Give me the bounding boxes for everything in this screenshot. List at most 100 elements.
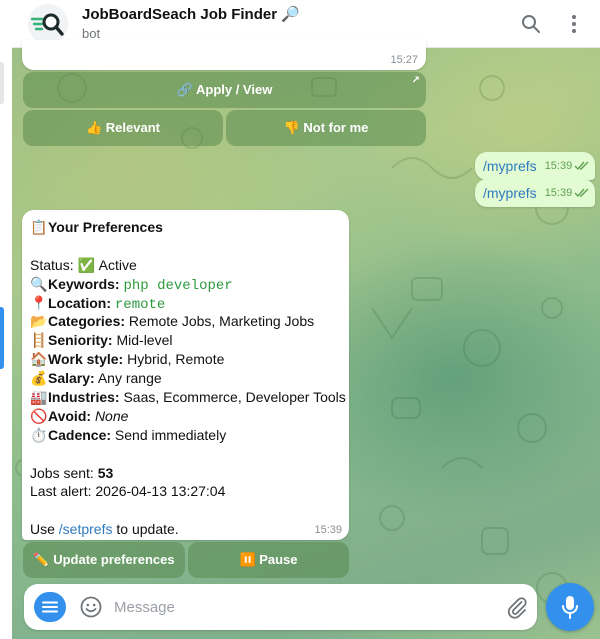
double-check-icon xyxy=(574,161,589,171)
chat-title-block[interactable]: JobBoardSeach Job Finder 🔎 bot xyxy=(82,5,300,41)
left-panel-indicator xyxy=(0,307,4,369)
magnifier-icon: 🔍 xyxy=(30,275,48,292)
workstyle-label: Work style: xyxy=(48,351,124,368)
last-alert-line: Last alert: 2026-04-13 13:27:04 xyxy=(30,482,345,501)
workstyle-value: Hybrid, Remote xyxy=(127,351,225,368)
status-line: Status: ✅ Active xyxy=(30,256,345,275)
location-label: Location: xyxy=(48,294,111,311)
message-time: 15:39 xyxy=(314,524,342,536)
cadence-label: Cadence: xyxy=(48,426,112,443)
smile-icon[interactable] xyxy=(79,595,103,619)
categories-line: 📂Categories: Remote Jobs, Marketing Jobs xyxy=(30,312,345,331)
jobs-sent-label: Jobs sent: xyxy=(30,464,94,481)
command-link[interactable]: /myprefs xyxy=(483,158,537,174)
workstyle-line: 🏠Work style: Hybrid, Remote xyxy=(30,350,345,369)
message-input[interactable] xyxy=(114,594,494,620)
location-value[interactable]: remote xyxy=(115,297,165,313)
menu-icon xyxy=(42,601,58,613)
jobs-sent-line: Jobs sent: 53 xyxy=(30,464,345,483)
voice-record-button[interactable] xyxy=(546,583,594,631)
message-time: 15:39 xyxy=(544,187,573,199)
message-meta: 15:39 xyxy=(545,160,591,172)
avoid-label: Avoid: xyxy=(48,407,92,424)
check-icon: ✅ xyxy=(77,256,96,273)
chat-subtitle: bot xyxy=(82,26,101,41)
seniority-label: Seniority: xyxy=(48,332,113,349)
salary-value: Any range xyxy=(97,370,162,387)
house-icon: 🏠 xyxy=(30,351,48,368)
not-for-me-label: 👎 Not for me xyxy=(283,120,369,135)
usage-prefix: Use xyxy=(30,521,55,538)
chat-title: JobBoardSeach Job Finder 🔎 xyxy=(82,6,300,23)
left-panel-edge xyxy=(0,62,4,104)
relevant-button[interactable]: 👍 Relevant xyxy=(23,110,223,146)
clipboard-icon: 📋 xyxy=(30,219,48,235)
prefs-heading: Your Preferences xyxy=(48,219,163,235)
prefs-heading-line: 📋Your Preferences xyxy=(30,218,345,237)
keywords-label: Keywords: xyxy=(48,275,120,292)
last-alert-value: 2026-04-13 13:27:04 xyxy=(95,483,226,500)
outgoing-message: /myprefs 15:39 xyxy=(475,152,595,180)
money-bag-icon: 💰 xyxy=(30,370,48,387)
usage-line: Use /setprefs to update. xyxy=(30,520,345,539)
search-icon xyxy=(522,15,540,33)
more-vertical-icon xyxy=(572,15,576,33)
last-alert-label: Last alert: xyxy=(30,483,92,500)
update-preferences-button[interactable]: ✏️ Update preferences xyxy=(23,542,185,578)
apply-view-label: 🔗 Apply / View xyxy=(176,82,273,97)
message-time: 15:39 xyxy=(544,160,573,172)
bot-avatar[interactable] xyxy=(28,4,68,44)
open-external-icon: ↗ xyxy=(411,75,420,86)
status-label: Status: xyxy=(30,256,74,273)
more-button[interactable] xyxy=(558,8,590,40)
folder-icon: 📂 xyxy=(30,313,48,330)
status-value: Active xyxy=(98,256,137,273)
avoid-line: 🚫Avoid: None xyxy=(30,407,345,426)
message-time: 15:27 xyxy=(390,54,418,66)
ladder-icon: 🪜 xyxy=(30,332,48,349)
search-logo-icon xyxy=(31,13,64,36)
update-preferences-label: ✏️ Update preferences xyxy=(33,552,175,567)
search-button[interactable] xyxy=(515,8,547,40)
industries-label: Industries: xyxy=(48,389,120,406)
salary-line: 💰Salary: Any range xyxy=(30,369,345,388)
industries-line: 🏭Industries: Saas, Ecommerce, Developer … xyxy=(30,388,345,407)
industries-value: Saas, Ecommerce, Developer Tools xyxy=(123,389,346,406)
setprefs-link[interactable]: /setprefs xyxy=(59,521,113,537)
message-meta: 15:39 xyxy=(545,187,591,199)
previous-job-message: 15:27 xyxy=(22,40,426,70)
no-entry-icon: 🚫 xyxy=(30,407,48,424)
keywords-value[interactable]: php developer xyxy=(123,278,232,294)
cadence-line: ⏱️Cadence: Send immediately xyxy=(30,426,345,445)
cadence-value: Send immediately xyxy=(114,426,227,443)
microphone-icon xyxy=(562,596,578,619)
location-line: 📍Location: remote xyxy=(30,294,345,313)
stopwatch-icon: ⏱️ xyxy=(30,426,48,443)
categories-value: Remote Jobs, Marketing Jobs xyxy=(128,313,315,330)
paperclip-icon[interactable] xyxy=(505,595,529,619)
jobs-sent-value: 53 xyxy=(97,464,114,481)
factory-icon: 🏭 xyxy=(30,389,48,406)
apply-view-button[interactable]: 🔗 Apply / View ↗ xyxy=(23,72,426,108)
preferences-text: 📋Your Preferences Status: ✅ Active 🔍Keyw… xyxy=(30,218,346,539)
pin-icon: 📍 xyxy=(30,294,48,311)
salary-label: Salary: xyxy=(48,370,95,387)
command-link[interactable]: /myprefs xyxy=(483,185,537,201)
outgoing-message: /myprefs 15:39 xyxy=(475,179,595,207)
preferences-message: 📋Your Preferences Status: ✅ Active 🔍Keyw… xyxy=(22,210,349,540)
usage-suffix: to update. xyxy=(116,521,179,538)
avoid-value: None xyxy=(94,407,129,424)
categories-label: Categories: xyxy=(48,313,126,330)
seniority-value: Mid-level xyxy=(116,332,173,349)
bot-menu-button[interactable] xyxy=(34,592,66,622)
double-check-icon xyxy=(574,188,589,198)
seniority-line: 🪜Seniority: Mid-level xyxy=(30,331,345,350)
pause-button[interactable]: ⏸️ Pause xyxy=(188,542,349,578)
not-for-me-button[interactable]: 👎 Not for me xyxy=(226,110,426,146)
relevant-label: 👍 Relevant xyxy=(86,120,160,135)
keywords-line: 🔍Keywords: php developer xyxy=(30,275,345,294)
message-composer xyxy=(24,584,537,630)
